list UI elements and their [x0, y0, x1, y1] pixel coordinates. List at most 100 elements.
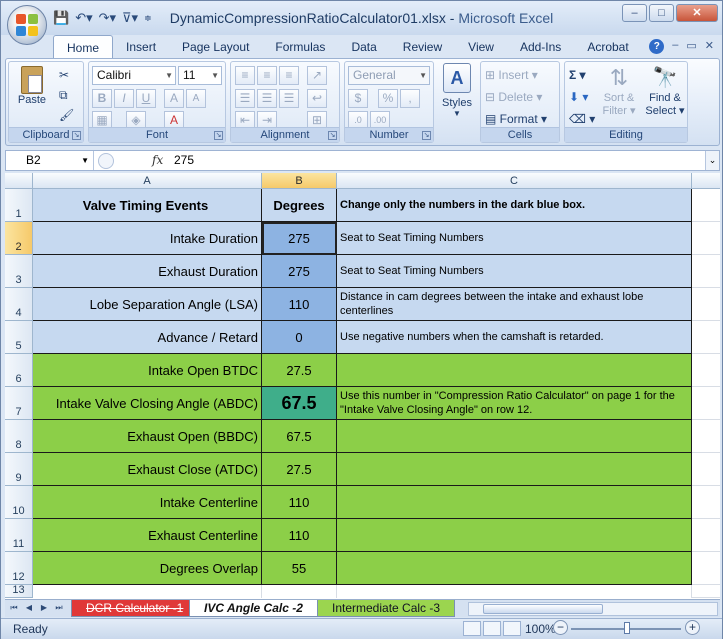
formula-input[interactable]: 275: [174, 151, 194, 170]
page-break-view-icon[interactable]: [503, 621, 521, 636]
office-button[interactable]: [7, 5, 47, 45]
horizontal-scrollbar[interactable]: [468, 602, 718, 616]
cell-c5[interactable]: Use negative numbers when the camshaft i…: [337, 321, 692, 354]
tab-data[interactable]: Data: [338, 35, 389, 59]
clipboard-dialog-launcher-icon[interactable]: ↘: [72, 131, 81, 140]
number-dialog-launcher-icon[interactable]: ↘: [422, 131, 431, 140]
sheet-tab-intermediate-calc[interactable]: Intermediate Calc -3: [317, 600, 456, 617]
tab-acrobat[interactable]: Acrobat: [574, 35, 641, 59]
cell-b4[interactable]: 110: [262, 288, 337, 321]
cell-a12[interactable]: Degrees Overlap: [33, 552, 262, 585]
cell-c7[interactable]: Use this number in "Compression Ratio Ca…: [337, 387, 692, 420]
row-header-5[interactable]: 5: [5, 321, 33, 354]
find-select-button[interactable]: 🔭 Find & Select ▾: [643, 64, 687, 117]
align-center-icon[interactable]: ☰: [257, 89, 277, 108]
alignment-dialog-launcher-icon[interactable]: ↘: [328, 131, 337, 140]
cell-a11[interactable]: Exhaust Centerline: [33, 519, 262, 552]
cell-d3[interactable]: [692, 255, 720, 288]
delete-cells-button[interactable]: ⊟ Delete ▾: [485, 88, 542, 107]
cell-b6[interactable]: 27.5: [262, 354, 337, 387]
cell-c4[interactable]: Distance in cam degrees between the inta…: [337, 288, 692, 321]
row-header-9[interactable]: 9: [5, 453, 33, 486]
scrollbar-thumb[interactable]: [483, 604, 603, 614]
minimize-button[interactable]: –: [622, 4, 647, 22]
cell-a7[interactable]: Intake Valve Closing Angle (ABDC): [33, 387, 262, 420]
cell-d12[interactable]: [692, 552, 720, 585]
format-painter-icon[interactable]: 🖌: [59, 106, 74, 125]
cell-c6[interactable]: [337, 354, 692, 387]
cell-a8[interactable]: Exhaust Open (BBDC): [33, 420, 262, 453]
grow-font-icon[interactable]: A: [164, 89, 184, 108]
column-header-a[interactable]: A: [33, 173, 262, 189]
help-icon[interactable]: ?: [649, 39, 665, 54]
cell-a3[interactable]: Exhaust Duration: [33, 255, 262, 288]
cell-b5[interactable]: 0: [262, 321, 337, 354]
fill-icon[interactable]: ⬇ ▾: [569, 88, 588, 107]
cell-d9[interactable]: [692, 453, 720, 486]
font-dialog-launcher-icon[interactable]: ↘: [214, 131, 223, 140]
zoom-level[interactable]: 100%: [525, 622, 556, 636]
sort-filter-button[interactable]: ⇅ Sort & Filter ▾: [599, 64, 639, 117]
expand-formula-bar-icon[interactable]: ⌄: [705, 151, 719, 170]
percent-button[interactable]: %: [378, 89, 398, 108]
tab-insert[interactable]: Insert: [113, 35, 169, 59]
cell-c8[interactable]: [337, 420, 692, 453]
cell-c1[interactable]: Change only the numbers in the dark blue…: [337, 189, 692, 222]
autosum-button[interactable]: Σ ▾: [569, 66, 586, 85]
last-sheet-icon[interactable]: ⏭: [52, 601, 66, 615]
column-header-b[interactable]: B: [262, 173, 337, 189]
column-header-d[interactable]: [692, 173, 720, 189]
align-middle-icon[interactable]: ≡: [257, 66, 277, 85]
cell-c11[interactable]: [337, 519, 692, 552]
cell-b3[interactable]: 275: [262, 255, 337, 288]
cell-d10[interactable]: [692, 486, 720, 519]
cell-d1[interactable]: [692, 189, 720, 222]
align-bottom-icon[interactable]: ≡: [279, 66, 299, 85]
filter-icon[interactable]: ⊽▾: [122, 10, 138, 26]
tab-view[interactable]: View: [455, 35, 507, 59]
next-sheet-icon[interactable]: ▶: [37, 601, 51, 615]
tab-home[interactable]: Home: [53, 35, 114, 59]
shrink-font-icon[interactable]: A: [186, 89, 206, 108]
customize-qat-icon[interactable]: ≑: [144, 13, 152, 24]
font-size-combo[interactable]: 11 ▼: [178, 66, 222, 85]
cell-a13[interactable]: [33, 585, 262, 598]
comma-button[interactable]: ,: [400, 89, 420, 108]
cell-b12[interactable]: 55: [262, 552, 337, 585]
orientation-icon[interactable]: ↗: [307, 66, 327, 85]
cell-b2[interactable]: 275: [262, 222, 337, 255]
zoom-in-button[interactable]: +: [685, 620, 700, 635]
cut-icon[interactable]: ✂: [59, 66, 69, 85]
ribbon-minimize-icon[interactable]: –: [672, 39, 678, 54]
cell-b1[interactable]: Degrees: [262, 189, 337, 222]
row-header-4[interactable]: 4: [5, 288, 33, 321]
number-format-combo[interactable]: General ▼: [348, 66, 430, 85]
italic-button[interactable]: I: [114, 89, 134, 108]
align-top-icon[interactable]: ≡: [235, 66, 255, 85]
cell-a6[interactable]: Intake Open BTDC: [33, 354, 262, 387]
row-header-11[interactable]: 11: [5, 519, 33, 552]
cell-d5[interactable]: [692, 321, 720, 354]
cell-b10[interactable]: 110: [262, 486, 337, 519]
cell-a2[interactable]: Intake Duration: [33, 222, 262, 255]
ribbon-restore-icon[interactable]: ▭: [686, 39, 696, 54]
row-header-10[interactable]: 10: [5, 486, 33, 519]
row-header-2[interactable]: 2: [5, 222, 33, 255]
cell-d13[interactable]: [692, 585, 720, 598]
cell-d8[interactable]: [692, 420, 720, 453]
cell-b9[interactable]: 27.5: [262, 453, 337, 486]
cell-c10[interactable]: [337, 486, 692, 519]
row-header-13[interactable]: 13: [5, 584, 33, 598]
align-left-icon[interactable]: ☰: [235, 89, 255, 108]
row-header-12[interactable]: 12: [5, 552, 33, 585]
cell-a10[interactable]: Intake Centerline: [33, 486, 262, 519]
formula-bar-splitter[interactable]: [98, 153, 114, 169]
cell-c12[interactable]: [337, 552, 692, 585]
cell-a4[interactable]: Lobe Separation Angle (LSA): [33, 288, 262, 321]
cell-b13[interactable]: [262, 585, 337, 598]
row-header-7[interactable]: 7: [5, 387, 33, 420]
cell-d2[interactable]: [692, 222, 720, 255]
cell-c3[interactable]: Seat to Seat Timing Numbers: [337, 255, 692, 288]
align-right-icon[interactable]: ☰: [279, 89, 299, 108]
cell-a9[interactable]: Exhaust Close (ATDC): [33, 453, 262, 486]
